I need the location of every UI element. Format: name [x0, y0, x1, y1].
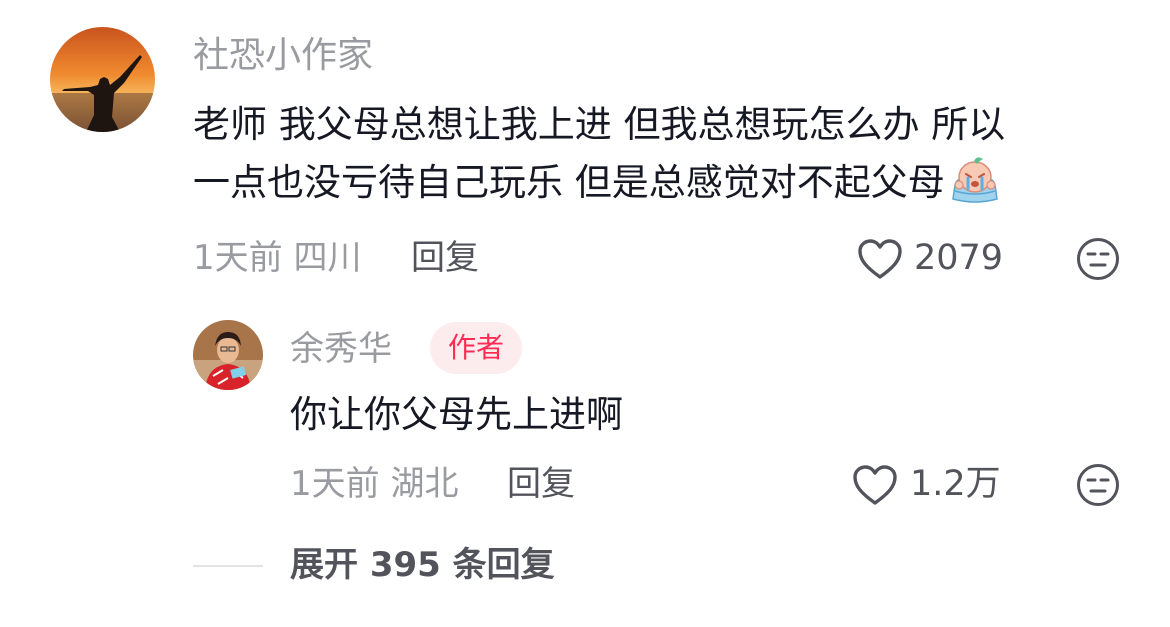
author-avatar[interactable]: [193, 320, 263, 390]
reply-location: 湖北: [390, 464, 459, 504]
comment-text-line-2-text: 一点也没亏待自己玩乐 但是总感觉对不起父母: [193, 161, 945, 204]
commenter-username[interactable]: 社恐小作家: [193, 34, 373, 78]
comment-text-line-2: 一点也没亏待自己玩乐 但是总感觉对不起父母: [193, 154, 1123, 212]
author-badge: 作者: [430, 322, 523, 374]
commenter-avatar[interactable]: [50, 27, 155, 132]
expand-divider: [193, 565, 263, 567]
comment-text-line-1: 老师 我父母总想让我上进 但我总想玩怎么办 所以: [193, 103, 1006, 146]
comment-reply-button[interactable]: 回复: [411, 236, 479, 280]
reply-like-heart-icon[interactable]: [852, 464, 898, 506]
expand-replies-button[interactable]: 展开 395 条回复: [290, 543, 555, 587]
reply-meta: 1天前 湖北: [290, 462, 458, 506]
author-photo-image: [193, 320, 263, 390]
reply-reply-button[interactable]: 回复: [507, 462, 575, 506]
comment-meta: 1天前 四川: [193, 236, 361, 280]
crying-face-sticker-icon: [947, 155, 1003, 203]
reply-text: 你让你父母先上进啊: [290, 393, 623, 436]
comment-location: 四川: [293, 238, 362, 278]
comment-like-count: 2079: [914, 238, 1004, 278]
reply-dislike-face-icon[interactable]: [1076, 463, 1120, 507]
comment-time: 1天前: [193, 238, 283, 278]
reply-time: 1天前: [290, 464, 380, 504]
comment-dislike-face-icon[interactable]: [1076, 237, 1120, 281]
sunset-silhouette-image: [50, 27, 155, 132]
comment-text: 老师 我父母总想让我上进 但我总想玩怎么办 所以 一点也没亏待自己玩乐 但是总感…: [193, 96, 1123, 212]
reply-like-count: 1.2万: [910, 464, 1001, 504]
author-username[interactable]: 余秀华: [290, 327, 392, 371]
comment-like-heart-icon[interactable]: [857, 238, 903, 280]
